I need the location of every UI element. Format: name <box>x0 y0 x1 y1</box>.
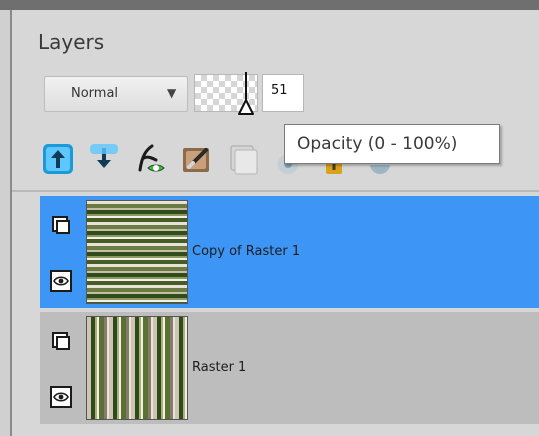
opacity-input[interactable]: 51 <box>262 74 304 112</box>
layer-name[interactable]: Copy of Raster 1 <box>192 244 300 259</box>
layer-group-icon[interactable] <box>50 330 72 352</box>
layer-effects-icon[interactable] <box>130 136 170 180</box>
tooltip-text: Opacity (0 - 100%) <box>297 134 458 154</box>
duplicate-layer-icon[interactable] <box>222 136 262 180</box>
panel-left-border <box>10 10 12 436</box>
layer-row-raster-1[interactable]: Raster 1 <box>40 312 539 424</box>
eye-icon[interactable] <box>50 386 72 408</box>
opacity-value: 51 <box>271 83 288 98</box>
toolbar-divider <box>12 190 539 192</box>
layers-panel: Layers Normal ▼ 51 Opacity (0 - 100%) Co… <box>0 0 539 436</box>
edit-layer-icon[interactable] <box>176 136 216 180</box>
chevron-down-icon: ▼ <box>167 86 177 100</box>
blend-mode-label: Normal <box>71 86 119 101</box>
opacity-tooltip: Opacity (0 - 100%) <box>284 124 500 164</box>
opacity-slider-thumb[interactable] <box>235 70 257 118</box>
layer-row-copy-of-raster-1[interactable]: Copy of Raster 1 <box>40 196 539 308</box>
layer-thumbnail[interactable] <box>86 316 188 420</box>
panel-title: Layers <box>38 30 105 54</box>
move-layer-up-icon[interactable] <box>38 136 78 180</box>
panel-top-edge <box>0 0 539 10</box>
layer-group-icon[interactable] <box>50 214 72 236</box>
move-layer-down-icon[interactable] <box>84 136 124 180</box>
layer-thumbnail[interactable] <box>86 200 188 304</box>
eye-icon[interactable] <box>50 270 72 292</box>
layer-name[interactable]: Raster 1 <box>192 360 246 375</box>
blend-mode-dropdown[interactable]: Normal ▼ <box>44 76 188 112</box>
